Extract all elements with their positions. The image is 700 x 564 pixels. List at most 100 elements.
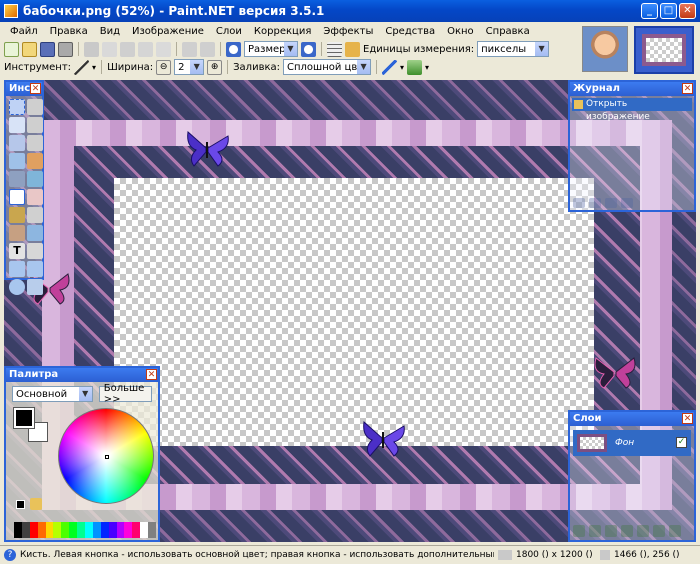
ellipse-icon[interactable] bbox=[9, 279, 25, 295]
palette-swatch[interactable] bbox=[92, 522, 101, 538]
palette-swatch[interactable] bbox=[29, 522, 38, 538]
move-selected-icon[interactable] bbox=[27, 117, 43, 133]
decrease-width-icon[interactable]: ⊖ bbox=[156, 59, 172, 75]
color-wheel[interactable] bbox=[58, 408, 154, 504]
palette-swatch[interactable] bbox=[140, 522, 149, 538]
history-redo-icon[interactable] bbox=[605, 198, 617, 208]
add-layer-icon[interactable] bbox=[573, 525, 585, 537]
ellipse-select-icon[interactable] bbox=[9, 135, 25, 151]
rectangle-select-icon[interactable] bbox=[9, 99, 25, 115]
close-icon[interactable]: ✕ bbox=[682, 83, 693, 94]
palette-swatch[interactable] bbox=[124, 522, 133, 538]
image-thumbnail-photo[interactable] bbox=[582, 26, 628, 72]
rectangle-icon[interactable] bbox=[9, 261, 25, 277]
move-selection-icon[interactable] bbox=[27, 99, 43, 115]
zoom-icon[interactable] bbox=[27, 135, 43, 151]
primary-color-swatch[interactable] bbox=[13, 407, 35, 429]
palette-swatch[interactable] bbox=[14, 522, 22, 538]
palette-menu-icon[interactable] bbox=[30, 498, 42, 510]
close-icon[interactable]: ✕ bbox=[30, 83, 41, 94]
layer-row[interactable]: Фон ✓ bbox=[573, 430, 691, 456]
palette-swatch[interactable] bbox=[108, 522, 117, 538]
palette-swatches[interactable] bbox=[14, 522, 156, 538]
palette-swatch[interactable] bbox=[132, 522, 141, 538]
paintbrush-icon[interactable] bbox=[9, 189, 25, 205]
move-layer-down-icon[interactable] bbox=[653, 525, 665, 537]
brush-tool-icon[interactable] bbox=[74, 59, 90, 75]
menu-file[interactable]: Файл bbox=[4, 26, 44, 37]
crop-to-selection-icon[interactable] bbox=[138, 41, 153, 57]
fill-dropdown[interactable]: Сплошной цвет ▼ bbox=[283, 59, 372, 75]
more-button[interactable]: Больше >> bbox=[98, 383, 152, 405]
palette-swatch[interactable] bbox=[61, 522, 70, 538]
palette-swatch[interactable] bbox=[148, 522, 156, 538]
print-icon[interactable] bbox=[58, 41, 73, 57]
palette-swatch[interactable] bbox=[37, 522, 46, 538]
zoom-in-icon[interactable] bbox=[301, 41, 316, 57]
rounded-rectangle-icon[interactable] bbox=[27, 261, 43, 277]
grid-icon[interactable] bbox=[327, 41, 342, 57]
color-picker-icon[interactable] bbox=[27, 207, 43, 223]
save-icon[interactable] bbox=[40, 41, 55, 57]
chevron-down-icon[interactable]: ▾ bbox=[425, 63, 429, 72]
delete-layer-icon[interactable] bbox=[589, 525, 601, 537]
palette-swatch[interactable] bbox=[45, 522, 54, 538]
color-mode-dropdown[interactable]: Основной ▼ bbox=[12, 386, 93, 402]
palette-swatch[interactable] bbox=[116, 522, 125, 538]
copy-icon[interactable] bbox=[102, 41, 117, 57]
zoom-out-icon[interactable] bbox=[226, 41, 241, 57]
palette-swatch[interactable] bbox=[100, 522, 109, 538]
minimize-button[interactable]: _ bbox=[641, 3, 658, 19]
new-file-icon[interactable] bbox=[4, 41, 19, 57]
open-file-icon[interactable] bbox=[22, 41, 37, 57]
chevron-down-icon[interactable]: ▾ bbox=[92, 63, 96, 72]
blend-mode-icon[interactable] bbox=[407, 59, 423, 75]
menu-layers[interactable]: Слои bbox=[210, 26, 248, 37]
menu-edit[interactable]: Правка bbox=[44, 26, 94, 37]
paste-icon[interactable] bbox=[120, 41, 135, 57]
eraser-icon[interactable] bbox=[27, 189, 43, 205]
palette-swatch[interactable] bbox=[84, 522, 93, 538]
menu-adjustments[interactable]: Коррекция bbox=[248, 26, 317, 37]
undo-icon[interactable] bbox=[182, 41, 197, 57]
zoom-dropdown[interactable]: Размер окна▼ bbox=[244, 41, 298, 57]
history-item[interactable]: Открыть изображение bbox=[572, 98, 692, 122]
image-thumbnail-butterflies[interactable] bbox=[634, 26, 694, 74]
history-undo-icon[interactable] bbox=[589, 198, 601, 208]
menu-view[interactable]: Вид bbox=[94, 26, 126, 37]
history-last-icon[interactable] bbox=[621, 198, 633, 208]
lasso-select-icon[interactable] bbox=[9, 117, 25, 133]
duplicate-layer-icon[interactable] bbox=[605, 525, 617, 537]
layer-visibility-checkbox[interactable]: ✓ bbox=[676, 437, 687, 448]
line-curve-icon[interactable] bbox=[27, 243, 43, 259]
magic-wand-icon[interactable] bbox=[9, 153, 25, 169]
move-layer-up-icon[interactable] bbox=[637, 525, 649, 537]
layer-properties-icon[interactable] bbox=[669, 525, 681, 537]
recolor-icon[interactable] bbox=[27, 225, 43, 241]
redo-icon[interactable] bbox=[200, 41, 215, 57]
palette-swatch[interactable] bbox=[53, 522, 62, 538]
text-icon[interactable]: T bbox=[9, 243, 25, 259]
palette-swatch[interactable] bbox=[69, 522, 78, 538]
palette-swatch[interactable] bbox=[21, 522, 30, 538]
chevron-down-icon[interactable]: ▾ bbox=[400, 63, 404, 72]
deselect-icon[interactable] bbox=[156, 41, 171, 57]
history-first-icon[interactable] bbox=[573, 198, 585, 208]
reset-colors-icon[interactable] bbox=[16, 500, 25, 509]
menu-help[interactable]: Справка bbox=[480, 26, 536, 37]
close-icon[interactable]: ✕ bbox=[682, 413, 693, 424]
gradient-icon[interactable] bbox=[27, 171, 43, 187]
paint-bucket-icon[interactable] bbox=[9, 171, 25, 187]
maximize-button[interactable]: □ bbox=[660, 3, 677, 19]
menu-effects[interactable]: Эффекты bbox=[317, 26, 379, 37]
close-button[interactable]: ✕ bbox=[679, 3, 696, 19]
palette-swatch[interactable] bbox=[77, 522, 85, 538]
menu-image[interactable]: Изображение bbox=[126, 26, 210, 37]
close-icon[interactable]: ✕ bbox=[146, 369, 157, 380]
merge-layer-icon[interactable] bbox=[621, 525, 633, 537]
pencil-icon[interactable] bbox=[9, 207, 25, 223]
ruler-icon[interactable] bbox=[345, 41, 360, 57]
pan-icon[interactable] bbox=[27, 153, 43, 169]
increase-width-icon[interactable]: ⊕ bbox=[207, 59, 223, 75]
menu-window[interactable]: Окно bbox=[441, 26, 480, 37]
